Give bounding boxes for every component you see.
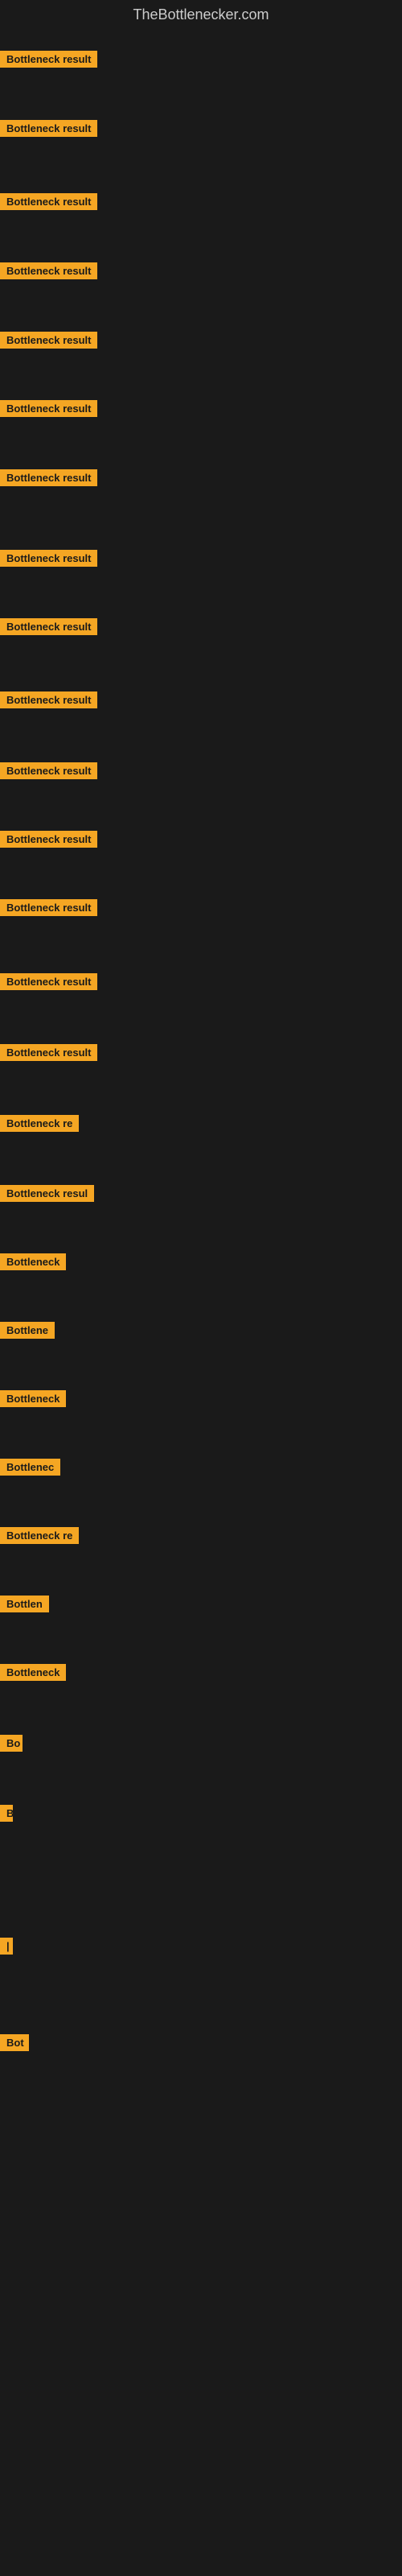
- bottleneck-label: Bottleneck result: [0, 899, 97, 916]
- bottleneck-item[interactable]: Bottleneck: [0, 1253, 66, 1274]
- bottleneck-label: Bottleneck result: [0, 469, 97, 486]
- bottleneck-label: Bot: [0, 2034, 29, 2051]
- bottleneck-label: Bottleneck result: [0, 262, 97, 279]
- bottleneck-item[interactable]: Bottleneck result: [0, 120, 97, 141]
- bottleneck-item[interactable]: Bot: [0, 2034, 29, 2055]
- bottleneck-label: Bottleneck re: [0, 1115, 79, 1132]
- bottleneck-label: B: [0, 1805, 13, 1822]
- bottleneck-label: Bo: [0, 1735, 23, 1752]
- bottleneck-label: |: [0, 1938, 13, 1955]
- bottleneck-label: Bottleneck: [0, 1253, 66, 1270]
- bottleneck-item[interactable]: Bottleneck result: [0, 762, 97, 783]
- bottleneck-label: Bottleneck result: [0, 762, 97, 779]
- bottleneck-item[interactable]: Bottleneck result: [0, 469, 97, 490]
- bottleneck-label: Bottleneck: [0, 1664, 66, 1681]
- bottleneck-item[interactable]: Bottleneck result: [0, 51, 97, 72]
- bottleneck-item[interactable]: Bottleneck result: [0, 193, 97, 214]
- bottleneck-item[interactable]: Bottleneck result: [0, 332, 97, 353]
- bottleneck-label: Bottleneck result: [0, 193, 97, 210]
- bottleneck-item[interactable]: Bottleneck result: [0, 899, 97, 920]
- bottleneck-item[interactable]: Bottlen: [0, 1596, 49, 1616]
- bottleneck-item[interactable]: Bottleneck result: [0, 973, 97, 994]
- bottleneck-label: Bottleneck result: [0, 831, 97, 848]
- bottleneck-item[interactable]: Bottleneck: [0, 1390, 66, 1411]
- site-title: TheBottlenecker.com: [0, 0, 402, 30]
- bottleneck-label: Bottleneck result: [0, 1044, 97, 1061]
- bottleneck-item[interactable]: B: [0, 1805, 13, 1826]
- bottleneck-label: Bottleneck result: [0, 332, 97, 349]
- bottleneck-item[interactable]: |: [0, 1938, 13, 1959]
- site-title-text: TheBottlenecker.com: [133, 6, 269, 23]
- bottleneck-item[interactable]: Bottlene: [0, 1322, 55, 1343]
- bottleneck-label: Bottlenec: [0, 1459, 60, 1476]
- bottleneck-label: Bottleneck result: [0, 400, 97, 417]
- bottleneck-item[interactable]: Bottlenec: [0, 1459, 60, 1480]
- bottleneck-label: Bottlen: [0, 1596, 49, 1612]
- bottleneck-label: Bottleneck result: [0, 51, 97, 68]
- bottleneck-label: Bottleneck result: [0, 550, 97, 567]
- bottleneck-label: Bottleneck resul: [0, 1185, 94, 1202]
- bottleneck-label: Bottleneck re: [0, 1527, 79, 1544]
- bottleneck-item[interactable]: Bottleneck result: [0, 1044, 97, 1065]
- bottleneck-item[interactable]: Bottleneck re: [0, 1527, 79, 1548]
- bottleneck-label: Bottleneck result: [0, 973, 97, 990]
- bottleneck-item[interactable]: Bottleneck result: [0, 691, 97, 712]
- bottleneck-item[interactable]: Bottleneck result: [0, 262, 97, 283]
- bottleneck-item[interactable]: Bottleneck result: [0, 618, 97, 639]
- bottleneck-item[interactable]: Bottleneck result: [0, 400, 97, 421]
- bottleneck-item[interactable]: Bottleneck result: [0, 550, 97, 571]
- bottleneck-item[interactable]: Bottleneck re: [0, 1115, 79, 1136]
- bottleneck-item[interactable]: Bottleneck: [0, 1664, 66, 1685]
- bottleneck-label: Bottleneck result: [0, 618, 97, 635]
- bottleneck-label: Bottleneck result: [0, 120, 97, 137]
- bottleneck-item[interactable]: Bottleneck result: [0, 831, 97, 852]
- bottleneck-label: Bottleneck: [0, 1390, 66, 1407]
- bottleneck-label: Bottleneck result: [0, 691, 97, 708]
- bottleneck-item[interactable]: Bottleneck resul: [0, 1185, 94, 1206]
- bottleneck-item[interactable]: Bo: [0, 1735, 23, 1756]
- bottleneck-label: Bottlene: [0, 1322, 55, 1339]
